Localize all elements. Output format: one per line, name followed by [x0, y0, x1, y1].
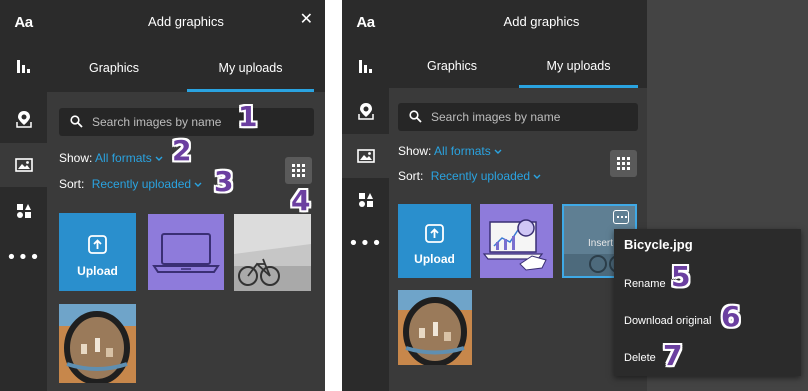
search-icon — [409, 110, 422, 123]
graphics-tool-icon[interactable] — [342, 134, 389, 178]
more-options-button[interactable] — [613, 210, 629, 224]
shapes-tool-icon[interactable] — [0, 189, 47, 233]
active-tab-indicator — [519, 85, 638, 88]
tab-bar: Graphics My uploads — [47, 44, 325, 92]
city-glasses-photo-thumbnail[interactable] — [398, 290, 472, 365]
chevron-down-icon — [194, 182, 202, 187]
more-tools-icon[interactable]: ••• — [342, 222, 389, 266]
tab-graphics[interactable]: Graphics — [47, 44, 181, 92]
tool-sidebar: Aa ••• — [342, 0, 389, 391]
show-label: Show: — [59, 151, 93, 165]
screenshot-root: Aa ••• Add graphics ✕ Graphics My upload… — [0, 0, 808, 391]
tab-my-uploads[interactable]: My uploads — [187, 44, 314, 92]
chevron-down-icon — [533, 174, 541, 179]
callout-badge: 3 — [214, 165, 234, 198]
search-icon — [70, 115, 83, 128]
upload-icon — [425, 224, 444, 243]
search-placeholder: Search images by name — [431, 110, 561, 124]
chart-tool-icon[interactable] — [0, 44, 47, 88]
download-original-menu-item[interactable]: Download original — [624, 315, 711, 327]
shapes-tool-icon[interactable] — [342, 178, 389, 222]
graphics-content: Add graphics ✕ Graphics My uploads Searc… — [47, 0, 325, 391]
panel-title: Add graphics — [148, 14, 224, 29]
city-glasses-photo — [398, 290, 472, 365]
show-format-dropdown[interactable]: All formats — [95, 151, 152, 165]
upload-icon — [88, 235, 107, 254]
chevron-down-icon — [155, 156, 163, 161]
tab-label: My uploads — [546, 59, 611, 73]
city-glasses-photo-thumbnail[interactable] — [59, 304, 136, 383]
chart-tool-icon[interactable] — [342, 44, 389, 88]
more-tools-icon[interactable]: ••• — [0, 236, 47, 280]
insert-label[interactable]: Insert — [588, 238, 613, 249]
panel-header: Add graphics ✕ — [47, 0, 325, 44]
callout-badge: 5 — [671, 260, 691, 293]
show-filter-row: Show: All formats — [59, 151, 163, 165]
upload-button[interactable]: Upload — [59, 213, 136, 291]
sort-label: Sort: — [59, 177, 85, 191]
tab-label: Graphics — [426, 59, 478, 73]
laptop-graphic-thumbnail[interactable] — [148, 214, 224, 290]
callout-badge: 7 — [663, 339, 683, 372]
grid-view-button[interactable] — [610, 150, 637, 177]
laptop-analytics-thumbnail[interactable] — [480, 204, 553, 278]
upload-label: Upload — [414, 252, 455, 266]
add-graphics-panel-left: Aa ••• Add graphics ✕ Graphics My upload… — [0, 0, 325, 391]
tool-sidebar: Aa ••• — [0, 0, 47, 391]
show-format-dropdown[interactable]: All formats — [434, 144, 491, 158]
close-icon[interactable]: ✕ — [300, 11, 313, 27]
sort-dropdown[interactable]: Recently uploaded — [431, 169, 530, 183]
callout-badge: 4 — [291, 184, 311, 217]
callout-badge: 2 — [172, 134, 192, 167]
upload-button[interactable]: Upload — [398, 204, 471, 278]
city-glasses-photo — [59, 304, 136, 383]
tab-label: My uploads — [218, 61, 283, 75]
delete-menu-item[interactable]: Delete — [624, 352, 656, 364]
menu-file-name: Bicycle.jpg — [624, 237, 693, 252]
map-tool-icon[interactable] — [342, 89, 389, 133]
sort-row: Sort: Recently uploaded — [398, 169, 541, 183]
grid-view-button[interactable] — [285, 157, 312, 184]
search-placeholder: Search images by name — [92, 115, 222, 129]
sort-label: Sort: — [398, 169, 424, 183]
sort-row: Sort: Recently uploaded — [59, 177, 202, 191]
search-input[interactable]: Search images by name — [59, 108, 314, 136]
search-input[interactable]: Search images by name — [398, 103, 638, 131]
text-tool-icon[interactable]: Aa — [342, 0, 389, 44]
show-label: Show: — [398, 144, 432, 158]
text-tool-icon[interactable]: Aa — [0, 0, 47, 44]
image-context-menu: Bicycle.jpg Rename Download original Del… — [614, 229, 801, 376]
chevron-down-icon — [494, 149, 502, 154]
callout-badge: 1 — [238, 100, 258, 133]
rename-menu-item[interactable]: Rename — [624, 278, 666, 290]
laptop-illustration — [152, 233, 220, 273]
tab-label: Graphics — [88, 61, 140, 75]
graphics-tool-icon[interactable] — [0, 143, 47, 187]
callout-badge: 6 — [721, 300, 741, 333]
laptop-analytics-illustration — [482, 219, 547, 271]
tab-my-uploads[interactable]: My uploads — [519, 44, 638, 88]
bicycle-photo — [234, 214, 311, 291]
active-tab-indicator — [187, 89, 314, 92]
sort-dropdown[interactable]: Recently uploaded — [92, 177, 191, 191]
upload-label: Upload — [77, 264, 118, 278]
tab-graphics[interactable]: Graphics — [389, 44, 515, 88]
map-tool-icon[interactable] — [0, 97, 47, 141]
show-filter-row: Show: All formats — [398, 144, 502, 158]
bicycle-photo-thumbnail[interactable] — [234, 214, 311, 291]
